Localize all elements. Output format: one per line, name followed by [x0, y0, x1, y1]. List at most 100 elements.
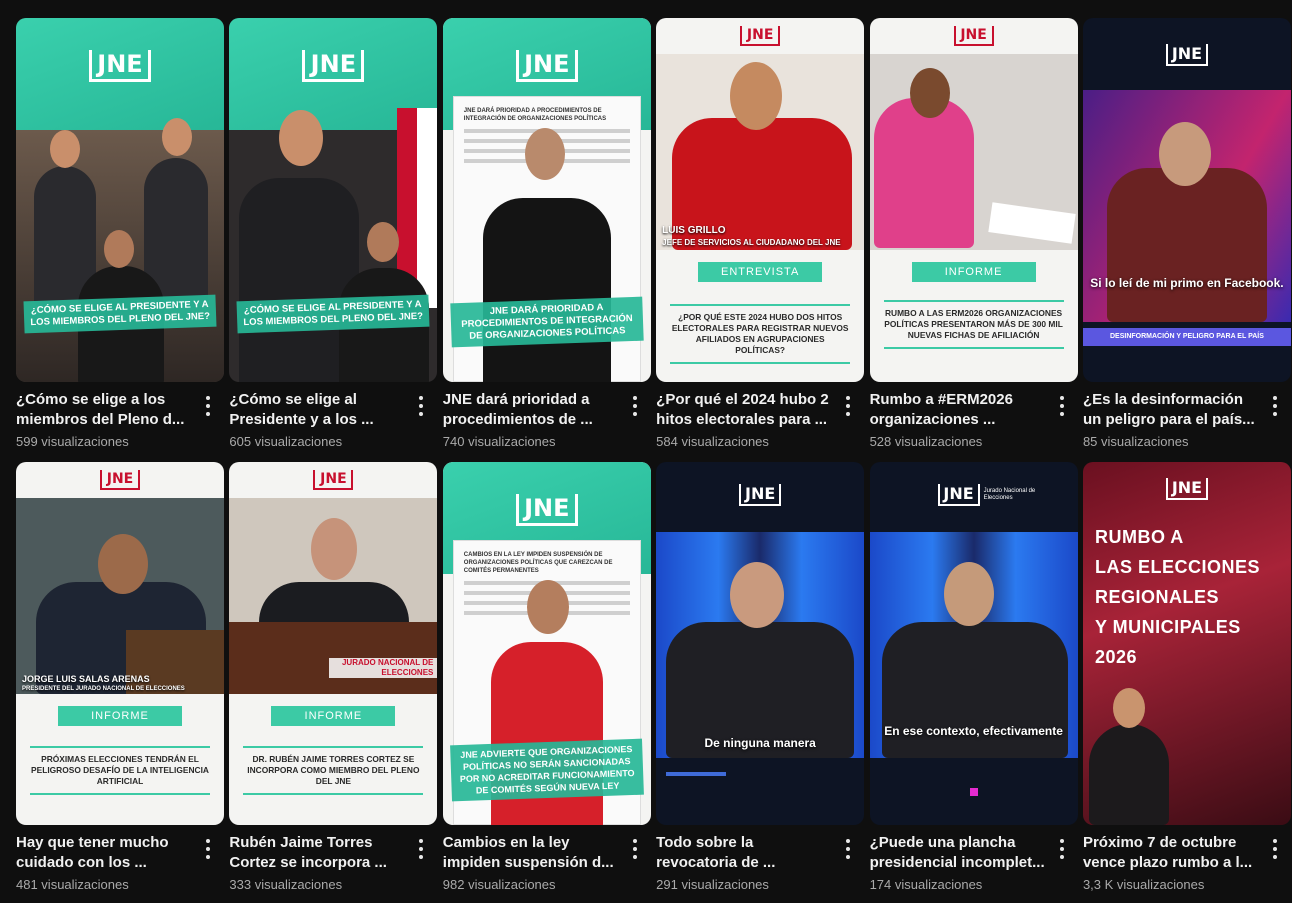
category-pill: INFORME — [911, 262, 1036, 282]
jne-logo: JNE — [313, 470, 354, 490]
lower-third-role: PRESIDENTE DEL JURADO NACIONAL DE ELECCI… — [22, 686, 185, 692]
thumbnail-headline: DR. RUBÉN JAIME TORRES CORTEZ SE INCORPO… — [243, 746, 424, 795]
video-title[interactable]: ¿Puede una plancha presidencial incomple… — [870, 833, 1050, 873]
thumbnail-headline: RUMBO A LAS ELECCIONES REGIONALES Y MUNI… — [1094, 527, 1260, 667]
video-thumbnail[interactable]: JNE Jurado Nacional de Elecciones En ese… — [869, 462, 1078, 825]
jne-logo: JNE — [739, 484, 782, 506]
thumbnail-headline: RUMBO A LAS ERM2026 ORGANIZACIONES POLÍT… — [883, 300, 1064, 349]
person — [1106, 168, 1267, 322]
video-subtitle: De ninguna manera — [704, 736, 816, 750]
video-title[interactable]: Rumbo a #ERM2026 organizaciones ... — [870, 390, 1050, 430]
more-options-icon[interactable] — [413, 394, 429, 418]
video-card[interactable]: JNE LUIS GRILLO JEFE DE SERVICIOS AL CIU… — [656, 18, 865, 462]
video-card[interactable]: JNE CAMBIOS EN LA LEY IMPIDEN SUSPENSIÓN… — [442, 462, 651, 894]
thumbnail-headline: ¿POR QUÉ ESTE 2024 HUBO DOS HITOS ELECTO… — [670, 304, 851, 364]
video-card[interactable]: JNE JNE DARÁ PRIORIDAD A PROCEDIMIENTOS … — [442, 18, 651, 462]
category-pill: INFORME — [271, 706, 396, 726]
video-thumbnail[interactable]: JNE ¿CÓMO SE ELIGE AL PRESIDENTE Y A LOS… — [229, 18, 438, 382]
view-count: 528 visualizaciones — [869, 434, 983, 449]
view-count: 740 visualizaciones — [442, 434, 556, 449]
view-count: 599 visualizaciones — [16, 434, 129, 449]
video-thumbnail[interactable]: JNE JNE DARÁ PRIORIDAD A PROCEDIMIENTOS … — [442, 18, 651, 382]
video-thumbnail[interactable]: JNE INFORME RUMBO A LAS ERM2026 ORGANIZA… — [869, 18, 1078, 382]
video-thumbnail[interactable]: JNE ¿CÓMO SE ELIGE AL PRESIDENTE Y A LOS… — [16, 18, 224, 382]
video-subtitle: Si lo leí de mi primo en Facebook. — [1090, 276, 1284, 290]
video-thumbnail[interactable]: JNE De ninguna manera — [656, 462, 865, 825]
video-card[interactable]: JNE ¿CÓMO SE ELIGE AL PRESIDENTE Y A LOS… — [229, 18, 438, 462]
video-title[interactable]: ¿Cómo se elige a los miembros del Pleno … — [16, 390, 196, 430]
view-count: 333 visualizaciones — [229, 877, 343, 892]
video-thumbnail[interactable]: JNE RUMBO A LAS ELECCIONES REGIONALES Y … — [1082, 462, 1291, 825]
view-count: 174 visualizaciones — [869, 877, 983, 892]
view-count: 605 visualizaciones — [229, 434, 343, 449]
video-title[interactable]: Cambios en la ley impiden suspensión d..… — [443, 833, 623, 873]
video-title[interactable]: ¿Es la desinformación un peligro para el… — [1083, 390, 1263, 430]
more-options-icon[interactable] — [1267, 837, 1283, 861]
podium-sign: JURADO NACIONAL DE ELECCIONES — [329, 658, 438, 678]
shorts-grid-row-2: JNE JORGE LUIS SALAS ARENAS PRESIDENTE D… — [16, 462, 1291, 894]
video-card[interactable]: JNE Jurado Nacional de Elecciones En ese… — [869, 462, 1078, 894]
video-thumbnail[interactable]: JNE JURADO NACIONAL DE ELECCIONES INFORM… — [229, 462, 438, 825]
video-title[interactable]: JNE dará prioridad a procedimientos de .… — [443, 390, 623, 430]
video-thumbnail[interactable]: JNE CAMBIOS EN LA LEY IMPIDEN SUSPENSIÓN… — [442, 462, 651, 825]
jne-logo: JNE — [1165, 478, 1208, 500]
person — [873, 98, 974, 248]
logo-wordmark: Jurado Nacional de Elecciones — [983, 488, 1036, 501]
more-options-icon[interactable] — [1054, 394, 1070, 418]
jne-logo: JNE — [302, 50, 365, 82]
lower-third-name: LUIS GRILLO — [662, 225, 726, 236]
video-card[interactable]: JNE De ninguna manera Todo sobre la revo… — [656, 462, 865, 894]
thumbnail-banner: JNE ADVIERTE QUE ORGANIZACIONES POLÍTICA… — [449, 738, 644, 802]
view-count: 584 visualizaciones — [656, 434, 769, 449]
view-count: 3,3 K visualizaciones — [1082, 877, 1205, 892]
thumbnail-banner: ¿CÓMO SE ELIGE AL PRESIDENTE Y A LOS MIE… — [23, 294, 217, 334]
jne-logo: JNE — [1165, 44, 1208, 66]
video-card[interactable]: JNE RUMBO A LAS ELECCIONES REGIONALES Y … — [1082, 462, 1291, 894]
video-card[interactable]: JNE JORGE LUIS SALAS ARENAS PRESIDENTE D… — [16, 462, 224, 894]
view-count: 85 visualizaciones — [1082, 434, 1189, 449]
video-title[interactable]: Rubén Jaime Torres Cortez se incorpora .… — [229, 833, 409, 873]
more-options-icon[interactable] — [840, 837, 856, 861]
video-card[interactable]: JNE Si lo leí de mi primo en Facebook. D… — [1082, 18, 1291, 462]
video-card[interactable]: JNE JURADO NACIONAL DE ELECCIONES INFORM… — [229, 462, 438, 894]
more-options-icon[interactable] — [627, 394, 643, 418]
more-options-icon[interactable] — [200, 837, 216, 861]
video-title[interactable]: Todo sobre la revocatoria de ... — [656, 833, 836, 873]
jne-logo: JNE — [89, 50, 151, 82]
jne-logo: JNE — [937, 484, 980, 506]
video-title[interactable]: Hay que tener mucho cuidado con los ... — [16, 833, 196, 873]
sign-language-interpreter — [1088, 724, 1169, 825]
more-options-icon[interactable] — [840, 394, 856, 418]
more-options-icon[interactable] — [1267, 394, 1283, 418]
more-options-icon[interactable] — [1054, 837, 1070, 861]
jne-logo: JNE — [953, 26, 994, 46]
category-pill: INFORME — [58, 706, 182, 726]
more-options-icon[interactable] — [627, 837, 643, 861]
view-count: 481 visualizaciones — [16, 877, 129, 892]
video-title[interactable]: Próximo 7 de octubre vence plazo rumbo a… — [1083, 833, 1263, 873]
jne-logo: JNE — [515, 50, 578, 82]
video-subtitle: En ese contexto, efectivamente — [884, 724, 1063, 738]
jne-logo: JNE — [740, 26, 781, 46]
strap-banner: DESINFORMACIÓN Y PELIGRO PARA EL PAÍS — [1082, 328, 1291, 346]
view-count: 982 visualizaciones — [442, 877, 556, 892]
lower-third-name: JORGE LUIS SALAS ARENAS — [22, 674, 150, 684]
thumbnail-headline: PRÓXIMAS ELECCIONES TENDRÁN EL PELIGROSO… — [30, 746, 210, 795]
video-title[interactable]: ¿Cómo se elige al Presidente y a los ... — [229, 390, 409, 430]
more-options-icon[interactable] — [413, 837, 429, 861]
jne-logo: JNE — [100, 470, 140, 490]
lower-third-role: JEFE DE SERVICIOS AL CIUDADANO DEL JNE — [662, 238, 841, 247]
person — [482, 198, 611, 382]
video-thumbnail[interactable]: JNE JORGE LUIS SALAS ARENAS PRESIDENTE D… — [16, 462, 224, 825]
thumbnail-banner: JNE DARÁ PRIORIDAD A PROCEDIMIENTOS DE I… — [450, 296, 644, 348]
jne-logo: JNE — [515, 494, 578, 526]
video-thumbnail[interactable]: JNE Si lo leí de mi primo en Facebook. D… — [1082, 18, 1291, 382]
video-title[interactable]: ¿Por qué el 2024 hubo 2 hitos electorale… — [656, 390, 836, 430]
video-card[interactable]: JNE INFORME RUMBO A LAS ERM2026 ORGANIZA… — [869, 18, 1078, 462]
category-pill: ENTREVISTA — [698, 262, 823, 282]
video-card[interactable]: JNE ¿CÓMO SE ELIGE AL PRESIDENTE Y A LOS… — [16, 18, 224, 462]
view-count: 291 visualizaciones — [656, 877, 769, 892]
more-options-icon[interactable] — [200, 394, 216, 418]
thumbnail-banner: ¿CÓMO SE ELIGE AL PRESIDENTE Y A LOS MIE… — [236, 294, 430, 334]
video-thumbnail[interactable]: JNE LUIS GRILLO JEFE DE SERVICIOS AL CIU… — [656, 18, 865, 382]
